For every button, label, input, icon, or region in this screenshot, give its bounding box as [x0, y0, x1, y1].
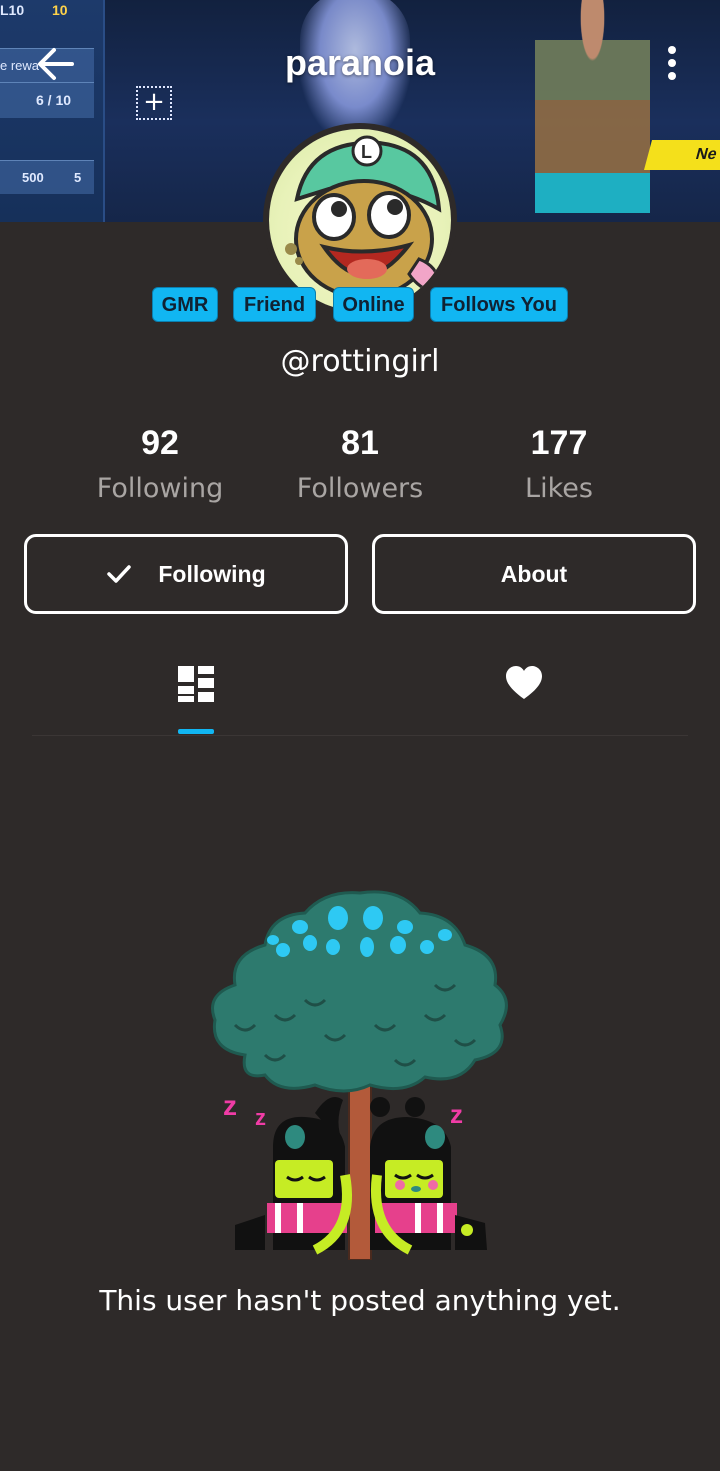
following-button-label: Following [158, 560, 266, 587]
more-vertical-icon [668, 46, 676, 80]
page-title: paranoia [284, 42, 436, 83]
cover-game-panel: L10 10 e rewa 6 / 10 500 5 [0, 0, 105, 222]
svg-text:z: z [255, 1105, 266, 1130]
user-handle: @rottingirl [280, 344, 440, 379]
badge-follows-you: Follows You [430, 287, 568, 322]
cover-level-text: L10 [0, 2, 25, 18]
stat-likes[interactable]: 177 Likes [439, 424, 679, 504]
avatar-image: L [269, 129, 451, 311]
about-button-label: About [500, 560, 568, 587]
badge-row: GMR Friend Online Follows You [0, 287, 720, 323]
badge-friend: Friend [233, 287, 316, 322]
about-button[interactable]: About [372, 534, 696, 614]
cover-xp-text: 500 [22, 170, 44, 185]
checkmark-icon [107, 565, 132, 583]
following-button[interactable]: Following [24, 534, 348, 614]
svg-text:L: L [361, 142, 372, 162]
cover-character-right [535, 0, 650, 222]
active-tab-indicator [178, 729, 214, 734]
cover-row: 500 5 [0, 160, 94, 194]
avatar-illustration: L [285, 135, 442, 299]
content-tabs [32, 640, 688, 736]
cover-row: 6 / 10 [0, 82, 94, 118]
cover-plus-icon: + [136, 86, 172, 120]
cover-small-stars: 5 [74, 170, 82, 185]
stat-label: Likes [525, 473, 593, 504]
tab-posts[interactable] [176, 664, 216, 704]
more-options-button[interactable] [660, 44, 684, 84]
badge-gmr: GMR [152, 287, 218, 322]
svg-text:z: z [223, 1090, 237, 1121]
empty-state-message: This user hasn't posted anything yet. [99, 1284, 621, 1317]
cover-tag: Ne [643, 140, 720, 170]
sleeping-tree-illustration: z z z [205, 885, 515, 1261]
cover-star-count: 10 [52, 2, 68, 18]
grid-layout-icon [178, 666, 214, 702]
badge-online: Online [333, 287, 414, 322]
tab-likes[interactable] [504, 664, 544, 704]
svg-text:z: z [450, 1099, 463, 1129]
heart-icon [506, 666, 542, 699]
stat-value: 177 [530, 424, 588, 462]
cover-progress-text: 6 / 10 [36, 92, 72, 108]
